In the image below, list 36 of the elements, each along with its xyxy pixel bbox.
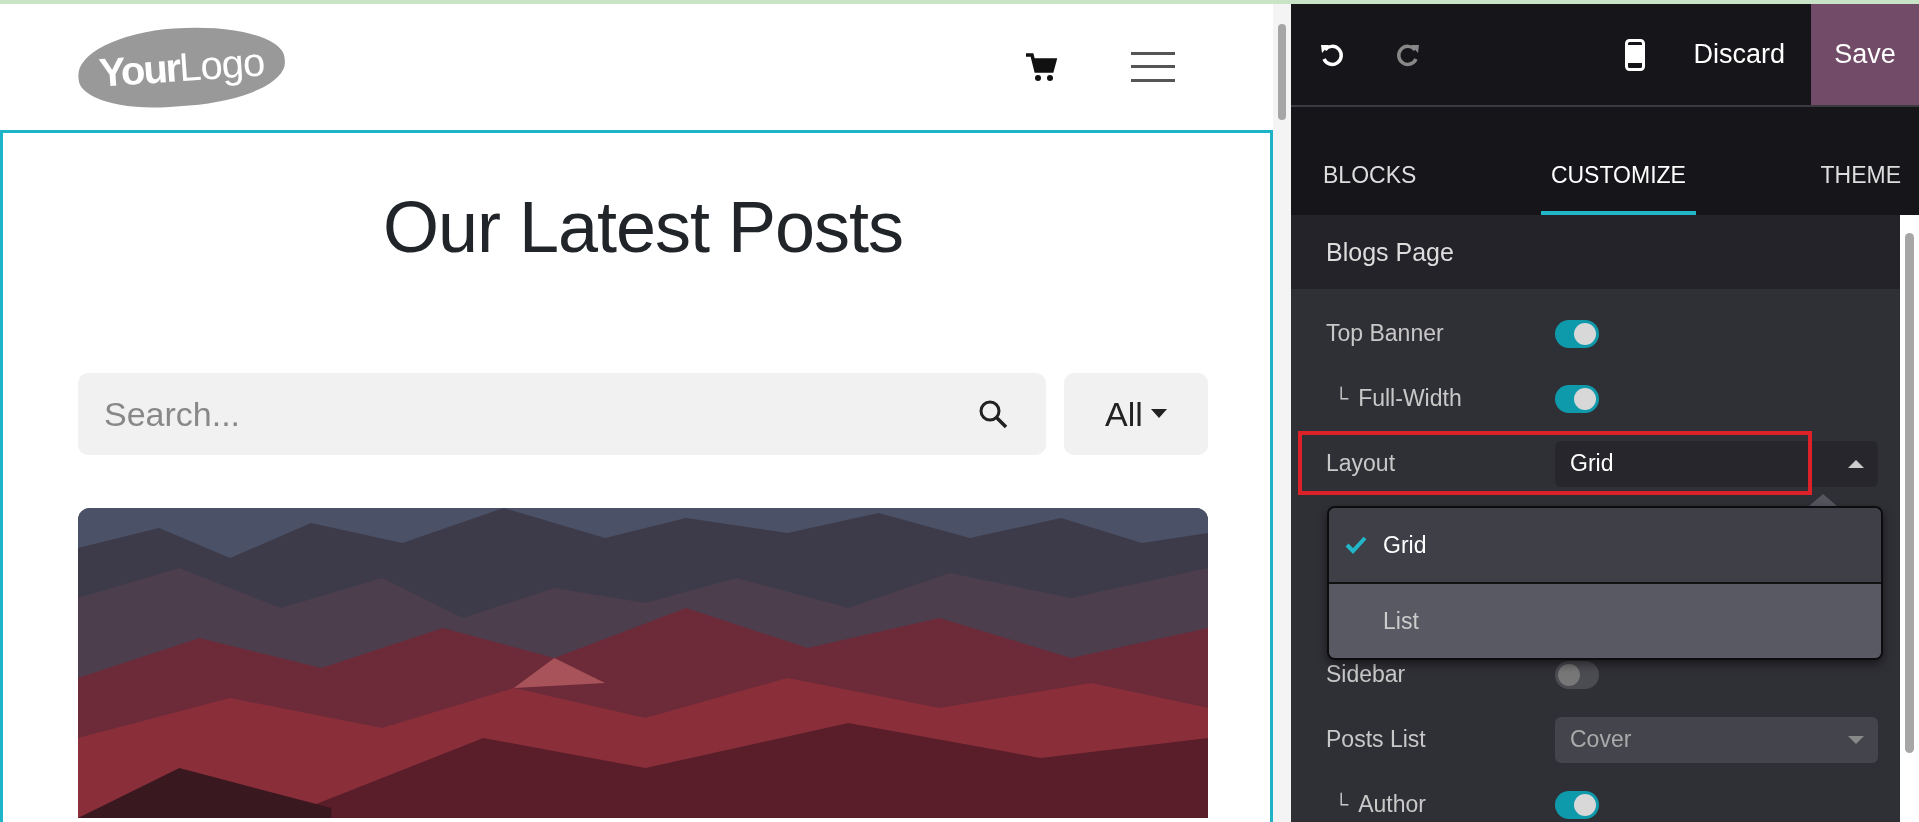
option-label: Layout <box>1326 450 1396 477</box>
panel-tab[interactable]: BLOCKS <box>1313 162 1427 215</box>
section-title: Blogs Page <box>1326 237 1454 267</box>
filter-dropdown[interactable]: All <box>1064 373 1208 455</box>
option-label: Author <box>1358 791 1426 818</box>
scrollbar-thumb[interactable] <box>1278 24 1286 120</box>
indent-marker: └ <box>1333 387 1349 410</box>
toggle-switch[interactable] <box>1555 319 1599 348</box>
option-label: Sidebar <box>1326 661 1406 688</box>
cart-icon[interactable] <box>1025 52 1057 82</box>
check-icon <box>1345 536 1367 554</box>
toggle-switch[interactable] <box>1555 660 1599 689</box>
option-label: Full-Width <box>1358 385 1462 412</box>
caret-icon <box>1150 409 1167 419</box>
menu-item[interactable]: List <box>1329 584 1881 658</box>
option-label: Top Banner <box>1326 320 1444 347</box>
search-icon[interactable] <box>978 399 1008 429</box>
panel-tab[interactable]: THEME <box>1810 162 1911 215</box>
toggle-switch[interactable] <box>1555 384 1599 413</box>
select-field[interactable]: Cover <box>1555 716 1878 763</box>
discard-button[interactable]: Discard <box>1645 4 1811 105</box>
search-field[interactable]: Search... <box>78 373 1046 455</box>
save-button[interactable]: Save <box>1811 4 1919 105</box>
option-label: Posts List <box>1326 726 1426 753</box>
scrollbar-thumb[interactable] <box>1905 233 1914 753</box>
select-value: Grid <box>1570 450 1614 477</box>
menu-item[interactable]: Grid <box>1329 508 1881 584</box>
mobile-preview-icon[interactable] <box>1625 38 1646 71</box>
caret-icon <box>1848 734 1864 745</box>
caret-icon <box>1848 458 1864 469</box>
select-field[interactable]: Grid <box>1555 440 1878 487</box>
toggle-switch[interactable] <box>1555 790 1599 819</box>
indent-marker: └ <box>1333 793 1349 816</box>
page-title: Our Latest Posts <box>381 191 905 263</box>
select-value: Cover <box>1570 726 1632 753</box>
menu-icon[interactable] <box>1131 50 1175 84</box>
